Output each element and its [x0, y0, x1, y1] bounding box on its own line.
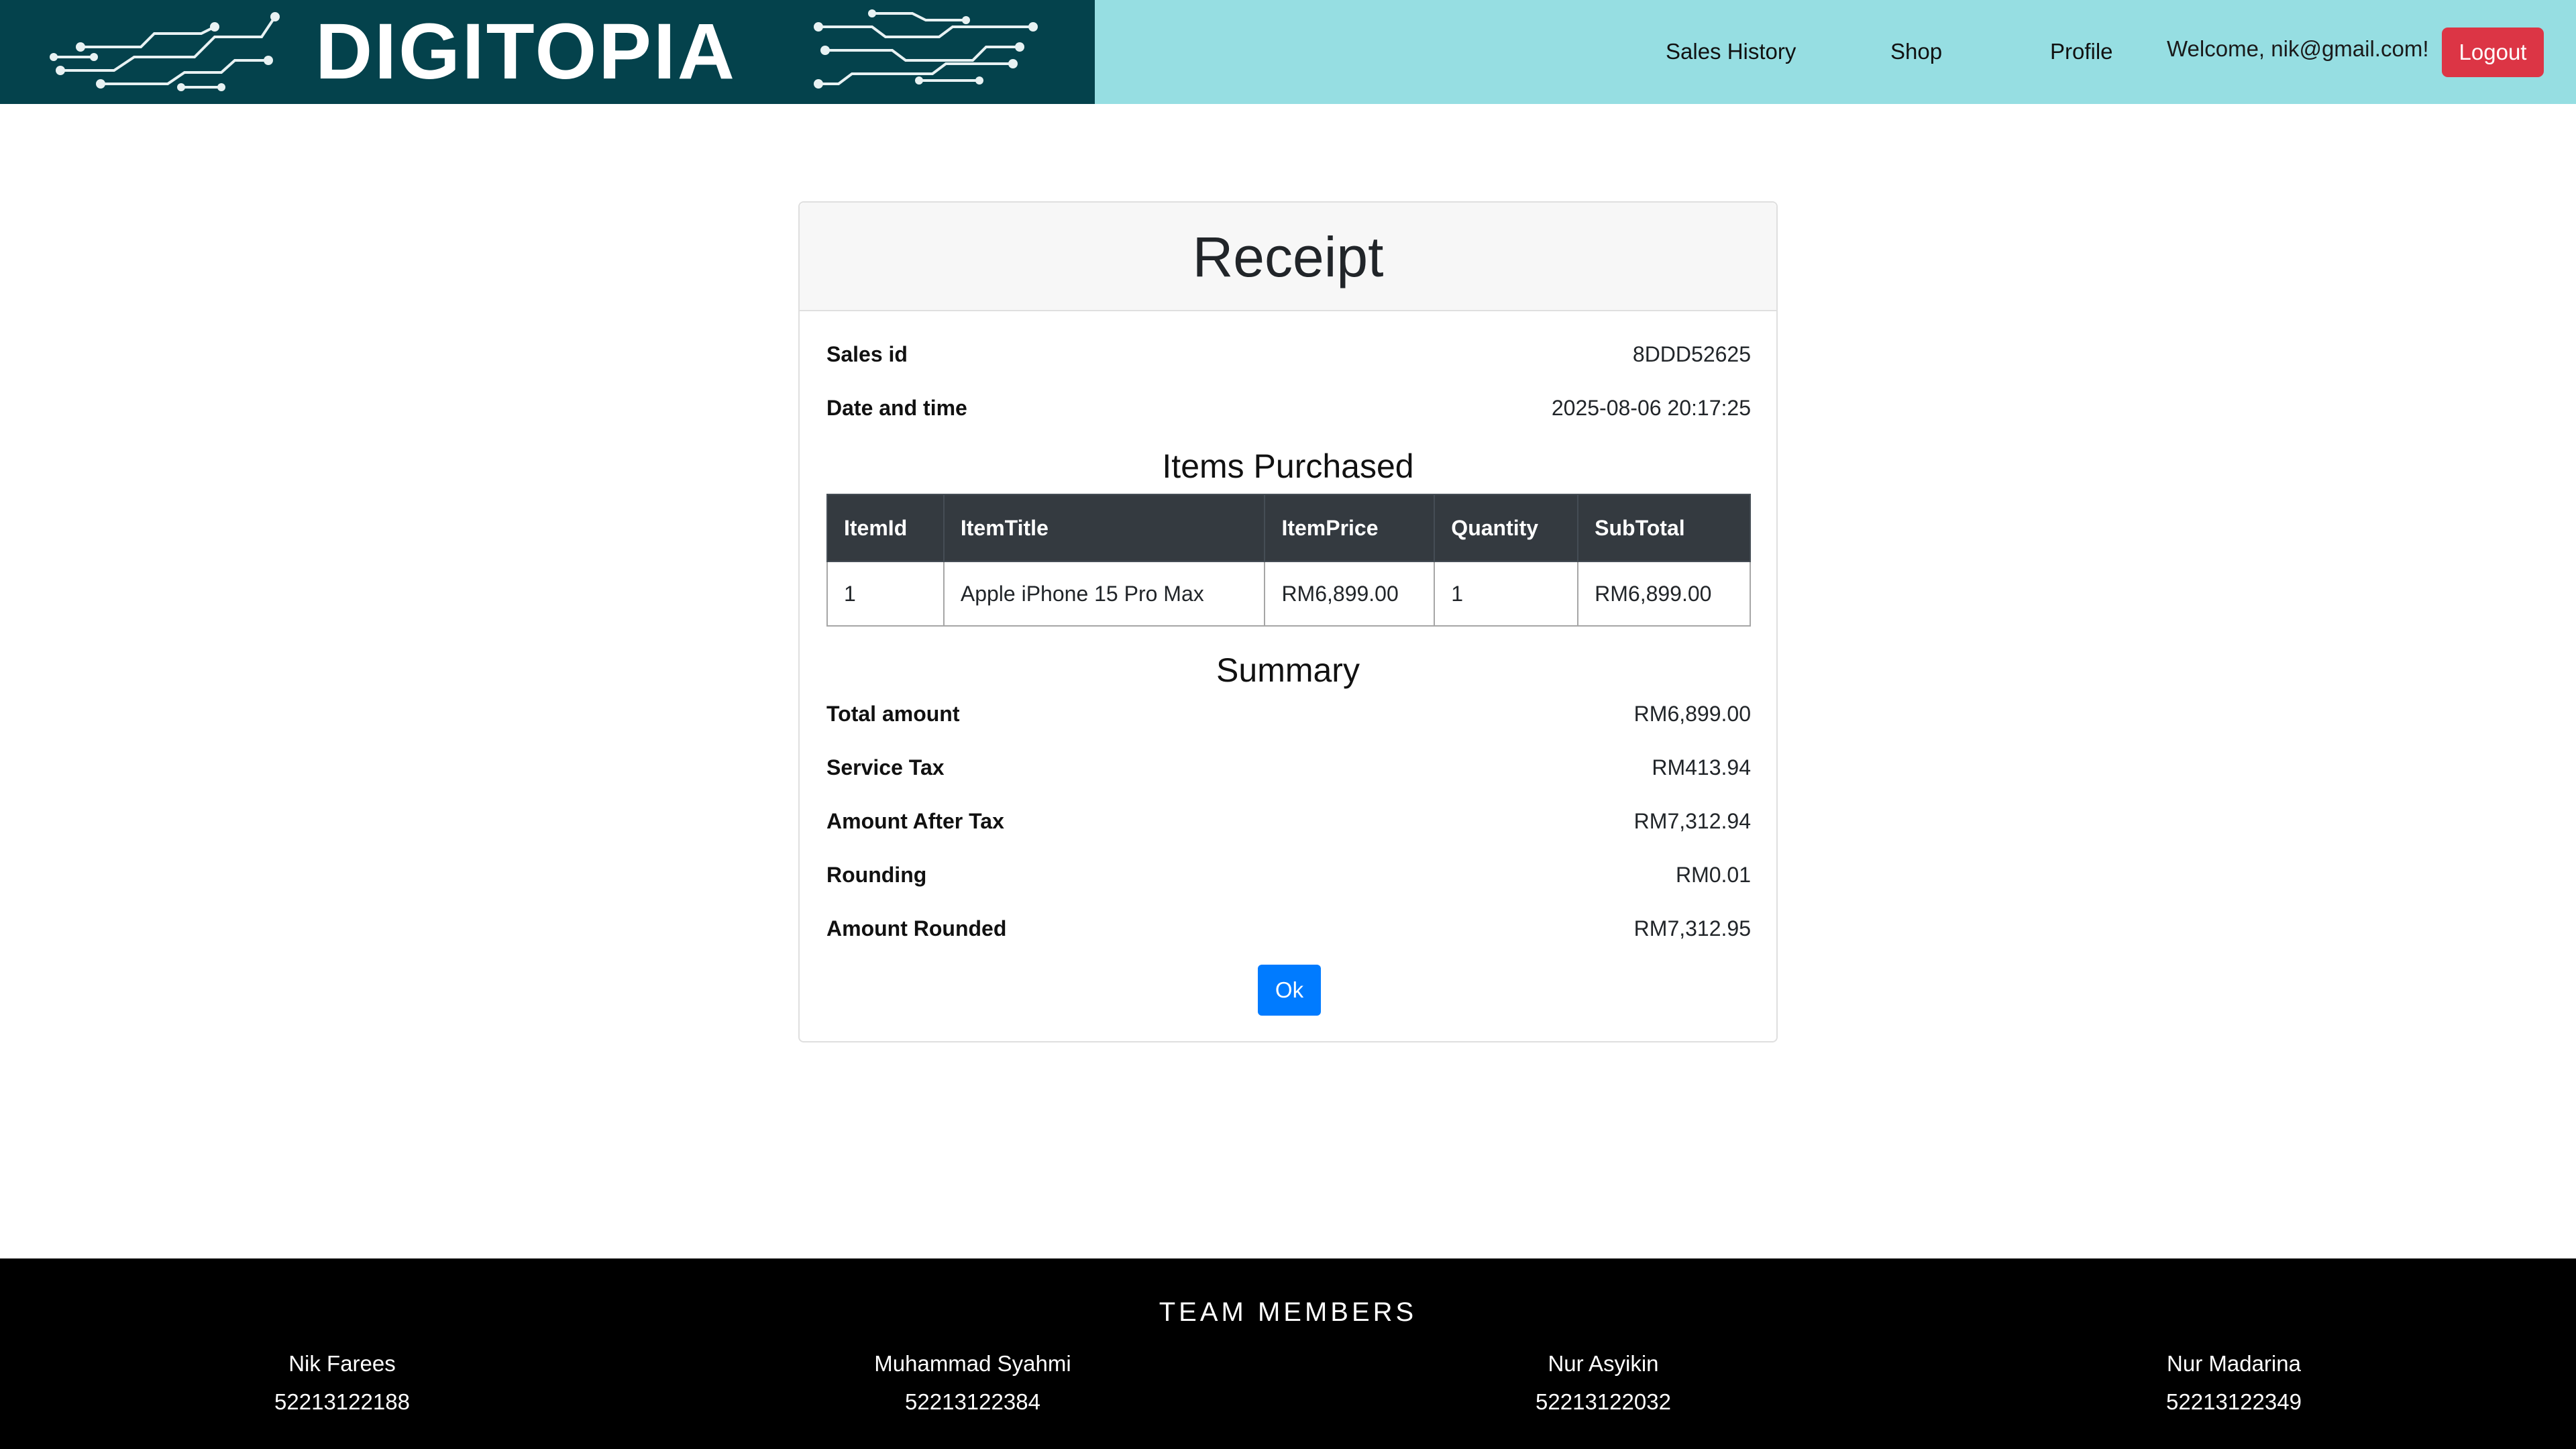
member-id: 52213122384 — [905, 1389, 1040, 1414]
column-header-subtotal: SubTotal — [1577, 494, 1751, 562]
team-members-heading: TEAM MEMBERS — [1159, 1297, 1417, 1327]
summary-row-rounded: Amount Rounded RM7,312.95 — [826, 908, 1751, 949]
summary-row-total: Total amount RM6,899.00 — [826, 694, 1751, 734]
summary-value: RM413.94 — [1652, 755, 1751, 780]
receipt-card: Receipt Sales id 8DDD52625 Date and time… — [798, 201, 1778, 1042]
team-member: Nik Farees 52213122188 — [141, 1344, 543, 1421]
datetime-label: Date and time — [826, 396, 967, 420]
nav-sales-history[interactable]: Sales History — [1666, 35, 1796, 68]
column-header-itemtitle: ItemTitle — [943, 494, 1266, 562]
datetime-value: 2025-08-06 20:17:25 — [1551, 396, 1751, 420]
top-navbar: DIGITOPIA Sales History Shop Profile Wel… — [0, 0, 2576, 104]
cell-subtotal: RM6,899.00 — [1577, 561, 1751, 627]
summary-value: RM7,312.94 — [1633, 809, 1751, 833]
member-id: 52213122032 — [1536, 1389, 1671, 1414]
summary-row-rounding: Rounding RM0.01 — [826, 855, 1751, 895]
summary-label: Service Tax — [826, 755, 945, 780]
welcome-message: Welcome, nik@gmail.com! — [2167, 36, 2429, 61]
team-member: Nur Madarina 52213122349 — [2033, 1344, 2435, 1421]
items-table: ItemId ItemTitle ItemPrice Quantity SubT… — [826, 494, 1751, 627]
column-header-itemid: ItemId — [826, 494, 945, 562]
team-member: Muhammad Syahmi 52213122384 — [771, 1344, 1174, 1421]
member-id: 52213122349 — [2166, 1389, 2302, 1414]
ok-button[interactable]: Ok — [1258, 965, 1321, 1016]
brand-name: DIGITOPIA — [315, 7, 737, 96]
nav-profile[interactable]: Profile — [2050, 35, 2113, 68]
column-header-itemprice: ItemPrice — [1264, 494, 1436, 562]
cell-itemprice: RM6,899.00 — [1264, 561, 1436, 627]
cell-quantity: 1 — [1434, 561, 1579, 627]
items-purchased-heading: Items Purchased — [1162, 447, 1414, 485]
summary-row-after-tax: Amount After Tax RM7,312.94 — [826, 801, 1751, 841]
brand-logo[interactable]: DIGITOPIA — [0, 0, 1095, 104]
summary-value: RM0.01 — [1675, 863, 1751, 887]
member-id: 52213122188 — [274, 1389, 410, 1414]
summary-value: RM7,312.95 — [1633, 916, 1751, 941]
member-name: Muhammad Syahmi — [874, 1351, 1071, 1376]
sales-id-value: 8DDD52625 — [1632, 342, 1751, 366]
nav-shop[interactable]: Shop — [1890, 35, 1942, 68]
member-name: Nur Asyikin — [1548, 1351, 1659, 1376]
table-row: 1 Apple iPhone 15 Pro Max RM6,899.00 1 R… — [826, 561, 1751, 627]
receipt-title: Receipt — [1192, 225, 1384, 288]
sales-id-label: Sales id — [826, 342, 908, 366]
datetime-row: Date and time 2025-08-06 20:17:25 — [826, 388, 1751, 428]
logout-button[interactable]: Logout — [2442, 28, 2544, 77]
summary-value: RM6,899.00 — [1633, 702, 1751, 726]
member-name: Nur Madarina — [2167, 1351, 2301, 1376]
sales-id-row: Sales id 8DDD52625 — [826, 334, 1751, 374]
summary-label: Rounding — [826, 863, 927, 887]
team-member: Nur Asyikin 52213122032 — [1402, 1344, 1805, 1421]
summary-label: Amount After Tax — [826, 809, 1004, 833]
member-name: Nik Farees — [288, 1351, 396, 1376]
summary-label: Amount Rounded — [826, 916, 1007, 941]
cell-itemtitle: Apple iPhone 15 Pro Max — [943, 561, 1266, 627]
summary-label: Total amount — [826, 702, 960, 726]
summary-row-service-tax: Service Tax RM413.94 — [826, 747, 1751, 788]
footer: TEAM MEMBERS Nik Farees 52213122188 Muha… — [0, 1258, 2576, 1449]
column-header-quantity: Quantity — [1434, 494, 1579, 562]
table-header-row: ItemId ItemTitle ItemPrice Quantity SubT… — [826, 494, 1751, 562]
cell-itemid: 1 — [826, 561, 945, 627]
receipt-card-header: Receipt — [800, 203, 1776, 311]
summary-heading: Summary — [1216, 651, 1360, 689]
